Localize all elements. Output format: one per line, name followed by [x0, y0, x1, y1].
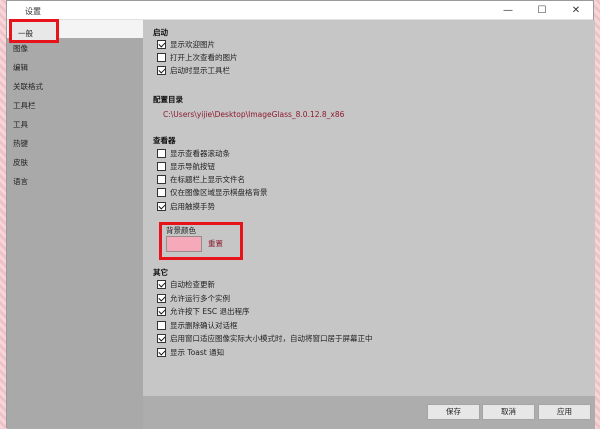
sidebar-item-file-association[interactable]: 关联格式 [7, 77, 143, 96]
option-show-scrollbars[interactable]: 显示查看器滚动条 [157, 147, 230, 160]
option-label: 显示删除确认对话框 [170, 321, 238, 330]
checkbox[interactable] [157, 280, 166, 289]
option-label: 启用触摸手势 [170, 202, 215, 211]
option-show-toolbar-on-start[interactable]: 启动时显示工具栏 [157, 64, 230, 77]
option-label: 启用窗口适应图像实际大小模式时，自动将窗口居于屏幕正中 [170, 334, 373, 343]
option-toast-notifications[interactable]: 显示 Toast 通知 [157, 346, 224, 359]
checkbox[interactable] [157, 294, 166, 303]
close-button[interactable]: ✕ [559, 1, 593, 20]
option-auto-update[interactable]: 自动检查更新 [157, 278, 215, 291]
sidebar-item-edit[interactable]: 编辑 [7, 58, 143, 77]
option-label: 在标题栏上显示文件名 [170, 175, 245, 184]
checkbox[interactable] [157, 334, 166, 343]
sidebar-item-image[interactable]: 图像 [7, 39, 143, 58]
checkbox[interactable] [157, 66, 166, 75]
maximize-button[interactable]: ☐ [525, 1, 559, 20]
checkbox[interactable] [157, 149, 166, 158]
config-path-link[interactable]: C:\Users\yijie\Desktop\ImageGlass_8.0.12… [163, 110, 344, 119]
option-confirm-delete[interactable]: 显示删除确认对话框 [157, 319, 238, 332]
sidebar-item-toolbar[interactable]: 工具栏 [7, 96, 143, 115]
title-bar[interactable]: 设置 — ☐ ✕ [7, 1, 593, 20]
startup-section-title: 启动 [153, 28, 168, 37]
option-checkerboard-image-only[interactable]: 仅在图像区域显示棋盘格背景 [157, 186, 268, 199]
viewer-section-title: 查看器 [153, 136, 176, 145]
option-open-last-image[interactable]: 打开上次查看的图片 [157, 51, 238, 64]
option-multiple-instances[interactable]: 允许运行多个实例 [157, 292, 230, 305]
option-esc-to-exit[interactable]: 允许按下 ESC 退出程序 [157, 305, 250, 318]
option-label: 显示导航按钮 [170, 162, 215, 171]
dialog-footer: 保存 取消 应用 [143, 396, 595, 429]
settings-window: 设置 — ☐ ✕ 一般 图像 编辑 关联格式 工具栏 工具 热键 皮肤 语言 启… [6, 0, 595, 429]
sidebar-item-language[interactable]: 语言 [7, 172, 143, 191]
option-center-window[interactable]: 启用窗口适应图像实际大小模式时，自动将窗口居于屏幕正中 [157, 332, 373, 345]
option-label: 仅在图像区域显示棋盘格背景 [170, 188, 268, 197]
option-label: 自动检查更新 [170, 280, 215, 289]
minimize-button[interactable]: — [491, 1, 525, 20]
cancel-button[interactable]: 取消 [482, 404, 535, 420]
checkbox[interactable] [157, 162, 166, 171]
checkbox[interactable] [157, 202, 166, 211]
option-label: 允许运行多个实例 [170, 294, 230, 303]
checkbox[interactable] [157, 53, 166, 62]
other-section-title: 其它 [153, 268, 168, 277]
checkbox[interactable] [157, 307, 166, 316]
checkbox[interactable] [157, 175, 166, 184]
settings-sidebar: 一般 图像 编辑 关联格式 工具栏 工具 热键 皮肤 语言 [7, 19, 143, 429]
checkbox[interactable] [157, 321, 166, 330]
config-section-title: 配置目录 [153, 95, 183, 104]
option-label: 显示 Toast 通知 [170, 348, 225, 357]
option-label: 显示欢迎图片 [170, 40, 215, 49]
background-color-label: 背景颜色 [166, 226, 196, 235]
option-touch-gestures[interactable]: 启用触摸手势 [157, 200, 215, 213]
option-label: 允许按下 ESC 退出程序 [170, 307, 250, 316]
sidebar-item-hotkeys[interactable]: 热键 [7, 134, 143, 153]
background-color-swatch[interactable] [166, 236, 202, 252]
apply-button[interactable]: 应用 [538, 404, 591, 420]
background-color-group: 背景颜色 重置 [159, 222, 243, 260]
save-button[interactable]: 保存 [427, 404, 480, 420]
option-label: 打开上次查看的图片 [170, 53, 238, 62]
option-label: 启动时显示工具栏 [170, 66, 230, 75]
checkbox[interactable] [157, 188, 166, 197]
option-label: 显示查看器滚动条 [170, 149, 230, 158]
checkbox[interactable] [157, 348, 166, 357]
sidebar-item-tools[interactable]: 工具 [7, 115, 143, 134]
option-show-nav-buttons[interactable]: 显示导航按钮 [157, 160, 215, 173]
sidebar-item-theme[interactable]: 皮肤 [7, 153, 143, 172]
option-show-welcome-image[interactable]: 显示欢迎图片 [157, 38, 215, 51]
checkbox[interactable] [157, 40, 166, 49]
settings-content: 启动 显示欢迎图片 打开上次查看的图片 启动时显示工具栏 配置目录 C:\Use… [143, 20, 595, 396]
option-filename-in-titlebar[interactable]: 在标题栏上显示文件名 [157, 173, 245, 186]
reset-color-link[interactable]: 重置 [208, 238, 223, 249]
window-title: 设置 [25, 7, 41, 16]
